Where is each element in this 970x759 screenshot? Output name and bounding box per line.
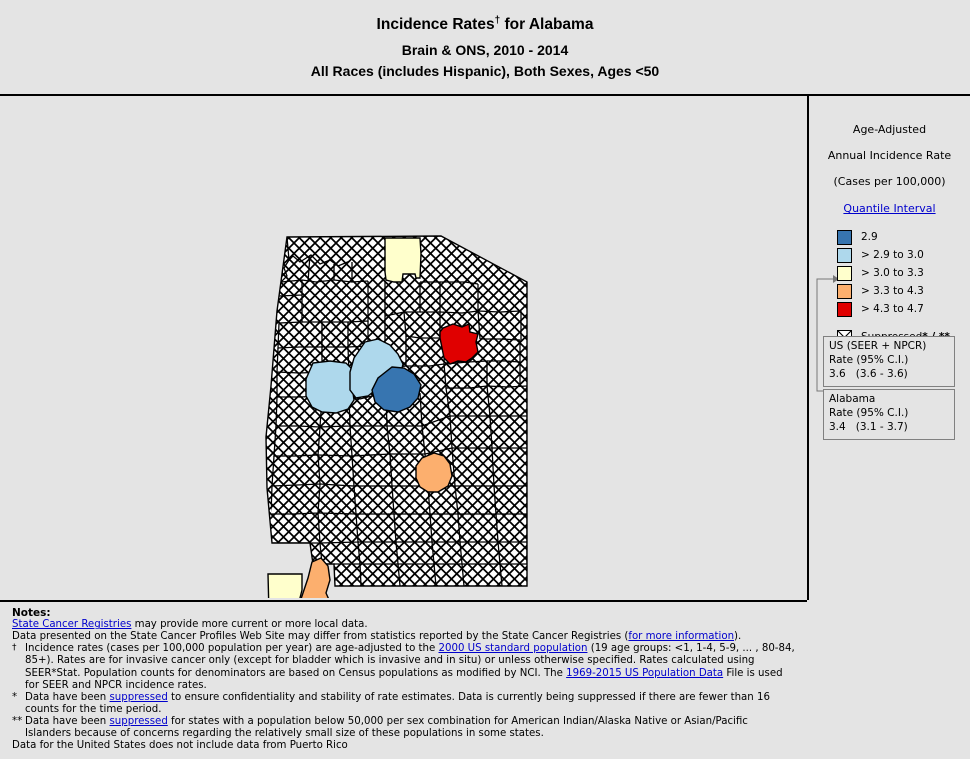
county-yellow-north[interactable] (384, 237, 422, 283)
title-block: Incidence Rates† for Alabama Brain & ONS… (0, 0, 970, 94)
note-star-marker: * (12, 691, 18, 703)
legend-swatch-1 (837, 247, 852, 263)
for-more-information-link[interactable]: for more information (628, 631, 734, 642)
note-star-body: Data have been suppressed to ensure conf… (25, 692, 795, 716)
legend-row-3[interactable]: > 3.3 to 4.3 (837, 282, 970, 300)
legend-label-0: 2.9 (861, 231, 878, 243)
legend-label-2: > 3.0 to 3.3 (861, 267, 924, 279)
note-dagger-body: Incidence rates (cases per 100,000 popul… (25, 643, 795, 691)
legend-row-4[interactable]: > 4.3 to 4.7 (837, 300, 970, 318)
suppressed-link-1[interactable]: suppressed (110, 692, 168, 703)
page-subtitle-demographics: All Races (includes Hispanic), Both Sexe… (310, 62, 660, 79)
legend-swatch-2 (837, 265, 852, 281)
note-double-star-text-a: Data have been (25, 715, 110, 727)
legend-row-1[interactable]: > 2.9 to 3.0 (837, 246, 970, 264)
legend-swatch-0 (837, 229, 852, 245)
note-double-star-marker: ** (12, 715, 23, 727)
suppressed-link-2[interactable]: suppressed (110, 716, 168, 727)
us-population-data-link[interactable]: 1969-2015 US Population Data (566, 668, 723, 679)
us-rate-title: US (SEER + NPCR) (829, 340, 927, 352)
county-lightblue-west[interactable] (305, 360, 355, 414)
legend-pane: Age-Adjusted Annual Incidence Rate (Case… (809, 96, 970, 759)
page-subtitle-cancer-site: Brain & ONS, 2010 - 2014 (401, 41, 569, 58)
legend-swatch-3 (837, 283, 852, 299)
legend-label-3: > 3.3 to 4.3 (861, 285, 924, 297)
note-double-star: ** Data have been suppressed for states w… (12, 716, 799, 740)
us-rate-box: US (SEER + NPCR) Rate (95% C.I.) 3.6 (3.… (823, 336, 955, 387)
body-area: Notes: State Cancer Registries may provi… (0, 96, 970, 759)
state-rate-title: Alabama (829, 393, 876, 405)
state-cancer-registries-link[interactable]: State Cancer Registries (12, 619, 131, 630)
us-rate-value: 3.6 (829, 367, 846, 380)
map-pane[interactable] (0, 96, 807, 598)
note-registries: State Cancer Registries may provide more… (12, 619, 799, 631)
legend-heading-annual-rate: Annual Incidence Rate (827, 149, 952, 163)
legend-row-0[interactable]: 2.9 (837, 228, 970, 246)
page-title-suffix: for Alabama (500, 16, 594, 34)
legend-heading-cases-per: (Cases per 100,000) (833, 175, 946, 189)
state-rate-values: 3.4 (3.1 - 3.7) (829, 421, 949, 435)
note-profiles-text-b: ). (734, 631, 742, 643)
note-puerto-rico: Data for the United States does not incl… (12, 739, 348, 751)
page-title-prefix: Incidence Rates (376, 16, 495, 34)
legend-row-2[interactable]: > 3.0 to 3.3 (837, 264, 970, 282)
us-rate-values: 3.6 (3.6 - 3.6) (829, 368, 949, 382)
county-yellow-southwest[interactable] (267, 573, 303, 598)
state-rate-label: Rate (95% C.I.) (829, 406, 909, 419)
county-orange-south[interactable] (415, 452, 453, 493)
legend-heading-age-adjusted: Age-Adjusted (852, 123, 927, 136)
quantile-interval-link[interactable]: Quantile Interval (809, 202, 970, 215)
note-double-star-body: Data have been suppressed for states wit… (25, 716, 795, 740)
us-rate-label: Rate (95% C.I.) (829, 353, 909, 366)
notes-section: Notes: State Cancer Registries may provi… (0, 602, 807, 759)
state-rate-ci: (3.1 - 3.7) (855, 420, 908, 433)
legend-class-list: 2.9 > 2.9 to 3.0 > 3.0 to 3.3 > 3.3 to 4… (837, 228, 970, 346)
standard-population-link[interactable]: 2000 US standard population (439, 643, 588, 654)
alabama-county-map[interactable] (0, 96, 807, 598)
state-rate-box: Alabama Rate (95% C.I.) 3.4 (3.1 - 3.7) (823, 389, 955, 440)
note-star-text-a: Data have been (25, 691, 110, 703)
note-dagger: † Incidence rates (cases per 100,000 popu… (12, 643, 799, 691)
notes-title: Notes: (12, 607, 51, 619)
legend-label-4: > 4.3 to 4.7 (861, 303, 924, 315)
legend-swatch-4 (837, 301, 852, 317)
us-rate-ci: (3.6 - 3.6) (855, 367, 908, 380)
note-dagger-marker: † (12, 643, 17, 654)
legend-label-1: > 2.9 to 3.0 (861, 249, 924, 261)
note-dagger-text-a: Incidence rates (cases per 100,000 popul… (25, 643, 439, 655)
note-star: * Data have been suppressed to ensure con… (12, 692, 799, 716)
state-rate-value: 3.4 (829, 420, 846, 433)
page-title: Incidence Rates† for Alabama (0, 16, 970, 33)
note-profiles: Data presented on the State Cancer Profi… (12, 631, 799, 643)
note-registries-text: may provide more current or more local d… (131, 619, 368, 631)
note-profiles-text-a: Data presented on the State Cancer Profi… (12, 631, 629, 643)
